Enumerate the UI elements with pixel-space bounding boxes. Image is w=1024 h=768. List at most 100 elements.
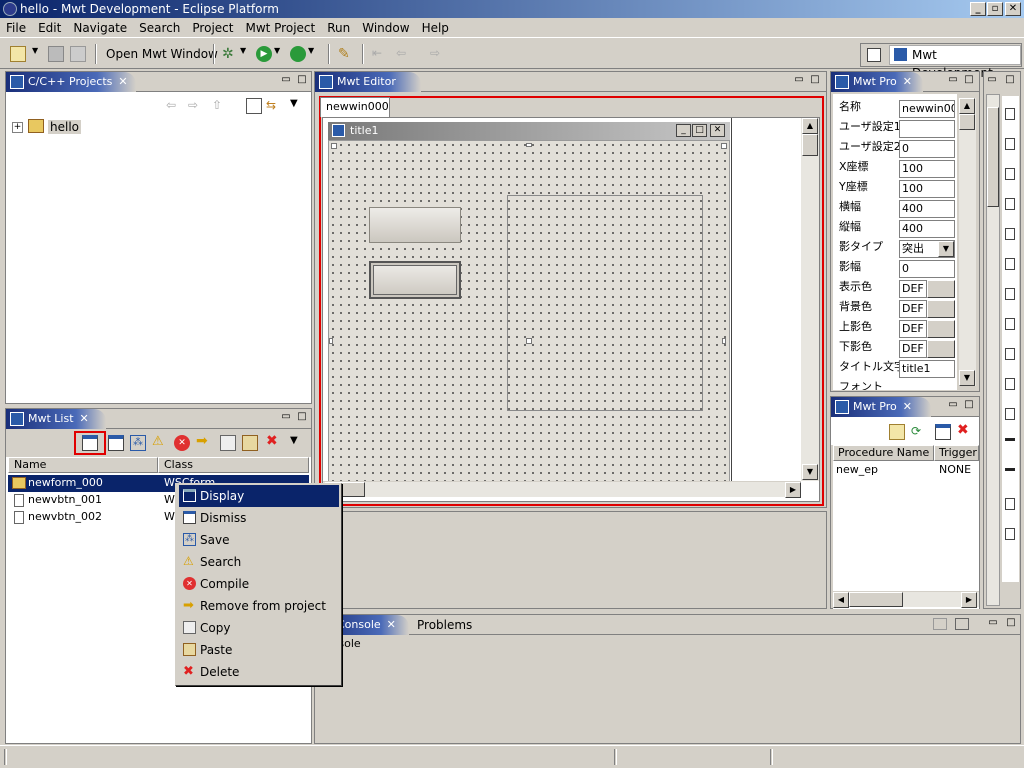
perspective-mwt-development[interactable]: Mwt Development xyxy=(889,45,1021,80)
open-mwt-window-button[interactable]: Open Mwt Window xyxy=(106,47,218,61)
save-icon[interactable]: ⁂ xyxy=(130,435,146,451)
menu-item-dismiss[interactable]: Dismiss xyxy=(179,507,339,529)
close-icon[interactable]: ✕ xyxy=(903,75,912,88)
prop-value-width[interactable]: 400 xyxy=(899,200,955,218)
palette-widget-icon[interactable] xyxy=(1005,138,1015,150)
scroll-up-icon[interactable]: ▲ xyxy=(959,98,975,114)
maximize-button[interactable]: ▫ xyxy=(987,2,1003,16)
palette-widget-icon[interactable] xyxy=(1005,498,1015,510)
menu-item-remove-from-project[interactable]: ➡ Remove from project xyxy=(179,595,339,617)
palette-widget-icon[interactable] xyxy=(1005,318,1015,330)
vbtn-widget-001[interactable] xyxy=(369,207,461,243)
scroll-right-icon[interactable]: ▶ xyxy=(785,482,801,498)
save-icon[interactable] xyxy=(48,46,64,62)
prop-value-y[interactable]: 100 xyxy=(899,180,955,198)
menu-file[interactable]: File xyxy=(0,21,32,35)
print-icon[interactable] xyxy=(70,46,86,62)
subtab-newwin000[interactable]: newwin000 xyxy=(320,97,390,117)
maximize-view-icon[interactable]: □ xyxy=(963,400,975,412)
scroll-thumb[interactable] xyxy=(959,114,975,130)
palette-widget-icon[interactable] xyxy=(1005,378,1015,390)
collapse-all-icon[interactable] xyxy=(246,98,262,114)
prop-value-user2[interactable]: 0 xyxy=(899,140,955,158)
minimize-view-icon[interactable]: ▭ xyxy=(987,618,999,630)
palette-widget-icon[interactable] xyxy=(1005,108,1015,120)
column-header-class[interactable]: Class xyxy=(158,457,309,473)
minimize-view-icon[interactable]: ▭ xyxy=(280,412,292,424)
prop-value-fg-color[interactable]: DEF xyxy=(899,280,927,298)
debug-icon[interactable]: ✲ xyxy=(222,46,238,62)
color-picker-button[interactable] xyxy=(927,300,955,318)
menu-edit[interactable]: Edit xyxy=(32,21,67,35)
frame-widget[interactable] xyxy=(507,195,703,411)
minimize-view-icon[interactable]: ▭ xyxy=(280,75,292,87)
view-menu-icon[interactable]: ▼ xyxy=(290,98,306,114)
prop-value-x[interactable]: 100 xyxy=(899,160,955,178)
minimize-button[interactable]: _ xyxy=(970,2,986,16)
minimize-view-icon[interactable]: ▭ xyxy=(947,400,959,412)
tab-problems[interactable]: Problems xyxy=(417,618,472,632)
close-icon[interactable]: ✕ xyxy=(710,124,725,137)
tab-projects[interactable]: C/C++ Projects ✕ xyxy=(6,72,136,92)
new-procedure-icon[interactable] xyxy=(889,424,905,440)
column-header-procedure-name[interactable]: Procedure Name xyxy=(833,445,934,461)
palette-widget-icon[interactable] xyxy=(1005,168,1015,180)
scroll-up-icon[interactable]: ▲ xyxy=(802,118,818,134)
minimize-view-icon[interactable]: ▭ xyxy=(947,75,959,87)
vertical-scrollbar[interactable] xyxy=(986,94,1000,606)
maximize-view-icon[interactable]: □ xyxy=(1005,618,1017,630)
display-console-icon[interactable] xyxy=(955,618,969,630)
copy-icon[interactable] xyxy=(220,435,236,451)
column-header-name[interactable]: Name xyxy=(8,457,158,473)
remove-arrow-icon[interactable]: ➡ xyxy=(196,433,212,449)
dropdown-icon[interactable]: ▼ xyxy=(32,46,48,62)
delete-icon[interactable]: ✖ xyxy=(266,433,282,449)
tab-mwt-list[interactable]: Mwt List ✕ xyxy=(6,409,106,429)
resize-handle[interactable] xyxy=(722,338,726,344)
horizontal-scrollbar[interactable]: ◀ ▶ xyxy=(833,591,979,608)
prop-value-bottom-shadow-color[interactable]: DEF xyxy=(899,340,927,358)
link-editor-icon[interactable]: ⇆ xyxy=(266,98,282,114)
refresh-icon[interactable]: ⟳ xyxy=(911,424,927,440)
maximize-view-icon[interactable]: □ xyxy=(1004,75,1016,87)
up-icon[interactable]: ⇧ xyxy=(212,98,228,114)
prop-value-height[interactable]: 400 xyxy=(899,220,955,238)
column-header-trigger[interactable]: Trigger xyxy=(934,445,979,461)
dropdown-icon[interactable]: ▼ xyxy=(240,46,256,62)
color-picker-button[interactable] xyxy=(927,280,955,298)
compile-icon[interactable]: ✕ xyxy=(174,435,190,451)
dismiss-window-icon[interactable] xyxy=(108,435,124,451)
menu-help[interactable]: Help xyxy=(416,21,455,35)
menu-navigate[interactable]: Navigate xyxy=(67,21,133,35)
form-body[interactable] xyxy=(328,140,730,485)
resize-handle[interactable] xyxy=(721,143,727,149)
maximize-icon[interactable]: □ xyxy=(692,124,707,137)
palette-widget-icon[interactable] xyxy=(1005,438,1015,441)
dropdown-icon[interactable]: ▼ xyxy=(308,46,324,62)
palette-widget-icon[interactable] xyxy=(1005,468,1015,471)
forward-icon[interactable]: ⇨ xyxy=(430,46,446,62)
maximize-view-icon[interactable]: □ xyxy=(963,75,975,87)
menu-project[interactable]: Project xyxy=(186,21,239,35)
prop-value-top-shadow-color[interactable]: DEF xyxy=(899,320,927,338)
back-icon[interactable]: ⇦ xyxy=(166,98,182,114)
tab-mwt-procedures[interactable]: Mwt Pro ✕ xyxy=(831,397,931,417)
tab-mwt-properties[interactable]: Mwt Pro ✕ xyxy=(831,72,923,92)
close-icon[interactable]: ✕ xyxy=(387,618,396,631)
procedure-name-cell[interactable]: new_ep xyxy=(836,463,878,476)
pin-console-icon[interactable] xyxy=(933,618,947,630)
close-button[interactable]: ✕ xyxy=(1005,2,1021,16)
minimize-icon[interactable]: _ xyxy=(676,124,691,137)
delete-icon[interactable]: ✖ xyxy=(957,422,973,438)
menu-item-compile[interactable]: ✕ Compile xyxy=(179,573,339,595)
warning-icon[interactable]: ⚠ xyxy=(152,434,168,450)
maximize-view-icon[interactable]: □ xyxy=(296,412,308,424)
expand-toggle[interactable]: + xyxy=(12,122,23,133)
minimize-view-icon[interactable]: ▭ xyxy=(793,75,805,87)
scroll-thumb[interactable] xyxy=(849,592,903,607)
close-icon[interactable]: ✕ xyxy=(118,75,127,88)
external-run-icon[interactable] xyxy=(290,46,306,62)
new-icon[interactable] xyxy=(10,46,26,62)
close-icon[interactable]: ✕ xyxy=(80,412,89,425)
scroll-thumb[interactable] xyxy=(987,107,999,207)
